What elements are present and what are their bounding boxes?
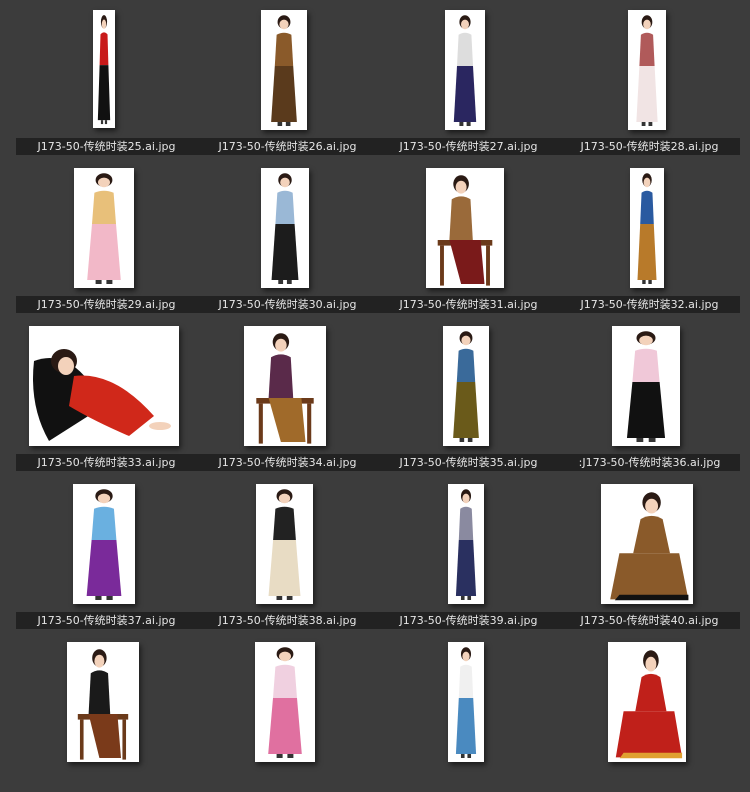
thumbnail-image[interactable]	[445, 10, 485, 130]
thumbnail-item[interactable]: J173-50-传统时装38.ai.jpg	[197, 476, 378, 634]
woman-seated-chair-figure	[437, 175, 493, 286]
thumbnail-image[interactable]	[630, 168, 664, 288]
woman-olive-jacket-figure	[453, 331, 479, 442]
woman-brown-leopard-qipao-figure	[271, 15, 297, 126]
file-caption: J173-50-传统时装40.ai.jpg	[559, 612, 740, 629]
thumbnail-item[interactable]	[197, 634, 378, 792]
thumbnail-image[interactable]	[628, 10, 666, 130]
file-caption: J173-50-传统时装26.ai.jpg	[197, 138, 378, 155]
woman-reclining-red-robe-figure	[33, 349, 171, 441]
file-caption: J173-50-传统时装39.ai.jpg	[378, 612, 559, 629]
thumbnail-item[interactable]: J173-50-传统时装28.ai.jpg	[559, 2, 740, 160]
thumbnail-image[interactable]	[256, 484, 313, 604]
woman-flute-beige-robe-figure	[268, 489, 301, 600]
thumbnail-grid: J173-50-传统时装25.ai.jpg J173-50-传统时装26.ai.…	[0, 0, 750, 762]
thumbnail-image[interactable]	[448, 484, 484, 604]
file-caption: :J173-50-传统时装36.ai.jpg	[559, 454, 740, 471]
thumbnail-image[interactable]	[93, 10, 115, 128]
thumbnail-image[interactable]	[448, 642, 484, 762]
woman-blue-jacket-black-skirt-figure	[271, 173, 299, 284]
file-caption: J173-50-传统时装30.ai.jpg	[197, 296, 378, 313]
thumbnail-item[interactable]: J173-50-传统时装29.ai.jpg	[16, 160, 197, 318]
woman-pink-gown-figure	[87, 173, 121, 284]
woman-pink-floral-robe-figure	[268, 647, 302, 758]
thumbnail-image[interactable]	[443, 326, 489, 446]
thumbnail-image[interactable]	[426, 168, 504, 288]
thumbnail-image[interactable]	[74, 168, 134, 288]
woman-seated-black-qipao-figure	[77, 649, 129, 760]
thumbnail-item[interactable]: J173-50-传统时装31.ai.jpg	[378, 160, 559, 318]
file-caption: J173-50-传统时装38.ai.jpg	[197, 612, 378, 629]
thumbnail-image[interactable]	[601, 484, 693, 604]
file-caption: J173-50-传统时装32.ai.jpg	[559, 296, 740, 313]
thumbnail-item[interactable]: J173-50-传统时装32.ai.jpg	[559, 160, 740, 318]
thumbnail-image[interactable]	[255, 642, 315, 762]
file-caption: J173-50-传统时装31.ai.jpg	[378, 296, 559, 313]
thumbnail-item[interactable]: :J173-50-传统时装36.ai.jpg	[559, 318, 740, 476]
file-caption: J173-50-传统时装25.ai.jpg	[16, 138, 197, 155]
thumbnail-item[interactable]: J173-50-传统时装35.ai.jpg	[378, 318, 559, 476]
woman-seated-purple-robe-figure	[256, 333, 314, 444]
file-caption: J173-50-传统时装34.ai.jpg	[197, 454, 378, 471]
thumbnail-image[interactable]	[261, 10, 307, 130]
thumbnail-item[interactable]	[16, 634, 197, 792]
woman-blue-white-qipao-figure	[455, 647, 477, 758]
thumbnail-item[interactable]: J173-50-传统时装40.ai.jpg	[559, 476, 740, 634]
file-caption: J173-50-传统时装27.ai.jpg	[378, 138, 559, 155]
woman-black-red-qipao-figure	[97, 15, 111, 125]
woman-white-lace-qipao-figure	[636, 15, 658, 126]
thumbnail-item[interactable]: J173-50-传统时装26.ai.jpg	[197, 2, 378, 160]
woman-red-robe-mirror-figure	[615, 650, 683, 759]
thumbnail-image[interactable]	[612, 326, 680, 446]
woman-kneeling-brown-robe-figure	[610, 492, 689, 601]
file-caption: J173-50-传统时装37.ai.jpg	[16, 612, 197, 629]
file-caption: J173-50-传统时装28.ai.jpg	[559, 138, 740, 155]
woman-navy-qipao-column-figure	[453, 15, 477, 126]
woman-pink-top-black-skirt-figure	[626, 331, 666, 442]
thumbnail-item[interactable]: J173-50-传统时装33.ai.jpg	[16, 318, 197, 476]
thumbnail-item[interactable]	[559, 634, 740, 792]
woman-orange-blue-dress-figure	[637, 173, 657, 284]
woman-purple-gown-figure	[86, 489, 122, 600]
thumbnail-item[interactable]: J173-50-传统时装25.ai.jpg	[16, 2, 197, 160]
thumbnail-item[interactable]: J173-50-传统时装34.ai.jpg	[197, 318, 378, 476]
file-caption: J173-50-传统时装33.ai.jpg	[16, 454, 197, 471]
file-caption: J173-50-传统时装35.ai.jpg	[378, 454, 559, 471]
file-caption: J173-50-传统时装29.ai.jpg	[16, 296, 197, 313]
thumbnail-image[interactable]	[29, 326, 179, 446]
thumbnail-item[interactable]: J173-50-传统时装39.ai.jpg	[378, 476, 559, 634]
thumbnail-item[interactable]: J173-50-传统时装37.ai.jpg	[16, 476, 197, 634]
thumbnail-item[interactable]	[378, 634, 559, 792]
thumbnail-image[interactable]	[244, 326, 326, 446]
woman-navy-robe-figure	[455, 489, 477, 600]
thumbnail-item[interactable]: J173-50-传统时装30.ai.jpg	[197, 160, 378, 318]
thumbnail-image[interactable]	[608, 642, 686, 762]
thumbnail-image[interactable]	[67, 642, 139, 762]
thumbnail-image[interactable]	[261, 168, 309, 288]
thumbnail-image[interactable]	[73, 484, 135, 604]
thumbnail-item[interactable]: J173-50-传统时装27.ai.jpg	[378, 2, 559, 160]
